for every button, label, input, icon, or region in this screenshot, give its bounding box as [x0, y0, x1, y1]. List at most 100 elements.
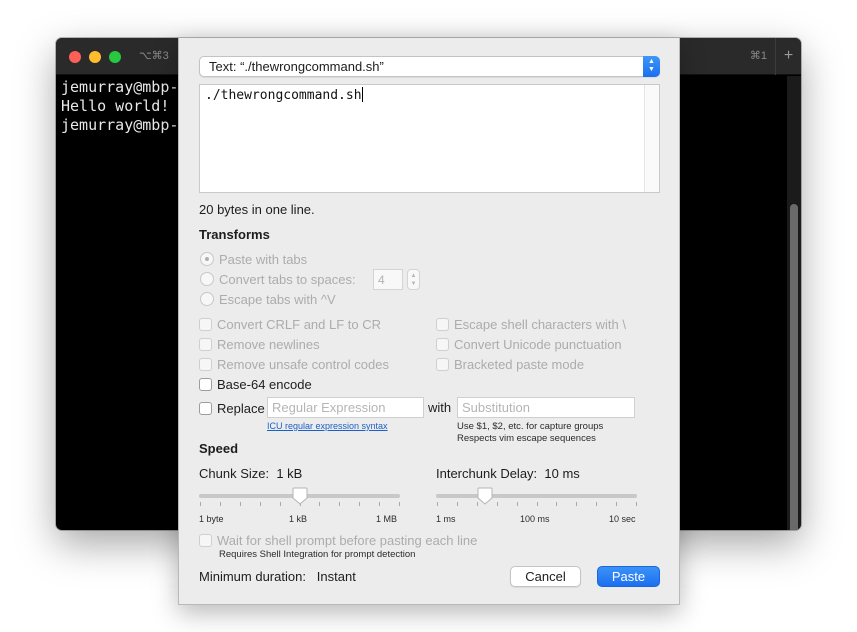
paste-button[interactable]: Paste [597, 566, 660, 587]
slider-tick [616, 502, 618, 506]
delay-tick-label: 1 ms [436, 514, 456, 524]
substitution-input[interactable]: Substitution [457, 397, 635, 418]
paste-special-dialog: Text: “./thewrongcommand.sh” ▲ ▼ ./thewro… [178, 38, 680, 605]
remove-newlines-label: Remove newlines [217, 336, 320, 352]
editor-scrollbar[interactable] [644, 85, 659, 192]
with-label: with [428, 400, 452, 415]
slider-tick [359, 502, 361, 506]
remove-newlines-option[interactable]: Remove newlines [199, 335, 320, 353]
transforms-heading: Transforms [199, 227, 270, 242]
bracketed-paste-label: Bracketed paste mode [454, 356, 585, 372]
slider-tick [437, 502, 438, 506]
escape-tabs-label: Escape tabs with ^V [219, 291, 336, 307]
tab-spaces-stepper[interactable]: ▲ ▼ [407, 269, 420, 290]
terminal-scrollbar[interactable] [787, 76, 801, 530]
paste-with-tabs-radio[interactable] [200, 252, 214, 266]
bracketed-paste-option[interactable]: Bracketed paste mode [436, 355, 584, 373]
regex-input[interactable]: Regular Expression [267, 397, 424, 418]
text-caret [361, 87, 363, 102]
slider-tick [219, 502, 221, 506]
terminal-line: Hello world! [61, 97, 170, 115]
escape-shell-label: Escape shell characters with \ [454, 316, 626, 332]
editor-content: ./thewrongcommand.sh [205, 87, 363, 103]
remove-unsafe-option[interactable]: Remove unsafe control codes [199, 355, 389, 373]
vim-escape-hint: Respects vim escape sequences [457, 433, 596, 444]
minimize-window-button[interactable] [89, 51, 101, 63]
slider-tick [379, 502, 381, 506]
convert-crlf-option[interactable]: Convert CRLF and LF to CR [199, 315, 381, 333]
tab-spaces-field[interactable]: 4 [373, 269, 403, 290]
chunk-size-label: Chunk Size: 1 kB [199, 466, 303, 481]
byte-count-info: 20 bytes in one line. [199, 202, 315, 217]
base64-option[interactable]: Base-64 encode [199, 375, 312, 393]
wait-prompt-option[interactable]: Wait for shell prompt before pasting eac… [199, 531, 477, 549]
bracketed-paste-checkbox[interactable] [436, 357, 449, 371]
convert-crlf-label: Convert CRLF and LF to CR [217, 316, 382, 332]
delay-slider-track[interactable] [436, 494, 637, 498]
convert-unicode-checkbox[interactable] [436, 337, 449, 351]
chunk-tick-label: 1 MB [376, 514, 398, 524]
chunk-slider-knob[interactable] [292, 487, 308, 505]
interchunk-delay-value: 10 ms [544, 466, 580, 481]
remove-unsafe-checkbox[interactable] [199, 357, 212, 371]
delay-tick-label: 100 ms [520, 514, 550, 524]
capture-groups-hint: Use $1, $2, etc. for capture groups [457, 421, 604, 432]
convert-unicode-label: Convert Unicode punctuation [454, 336, 622, 352]
close-window-button[interactable] [69, 51, 81, 63]
minimum-duration: Minimum duration: Instant [199, 569, 356, 584]
remove-newlines-checkbox[interactable] [199, 337, 212, 351]
chevron-updown-icon: ▲ ▼ [643, 56, 660, 77]
tab-shortcut-left: ⌥⌘3 [139, 50, 169, 62]
convert-crlf-checkbox[interactable] [199, 317, 212, 331]
terminal-scroll-thumb[interactable] [790, 204, 798, 530]
slider-tick [456, 502, 458, 506]
slider-tick [516, 502, 518, 506]
cancel-button[interactable]: Cancel [510, 566, 581, 587]
escape-shell-checkbox[interactable] [436, 317, 449, 331]
slider-tick [319, 502, 321, 506]
source-popup-label: Text: “./thewrongcommand.sh” [209, 59, 384, 74]
terminal-line: jemurray@mbp- [61, 116, 179, 134]
interchunk-delay-label: Interchunk Delay: 10 ms [436, 466, 580, 481]
shell-integration-hint: Requires Shell Integration for prompt de… [219, 549, 416, 560]
escape-tabs-radio[interactable] [200, 292, 214, 306]
slider-tick [200, 502, 201, 506]
terminal-line: jemurray@mbp- [61, 78, 179, 96]
slider-tick [536, 502, 538, 506]
slider-tick [576, 502, 578, 506]
slider-tick [636, 502, 637, 506]
icu-syntax-link[interactable]: ICU regular expression syntax [267, 421, 388, 431]
delay-slider-knob[interactable] [477, 487, 493, 505]
slider-tick [556, 502, 558, 506]
terminal-output[interactable]: jemurray@mbp- Hello world! jemurray@mbp- [61, 78, 178, 135]
new-tab-button[interactable]: + [775, 38, 801, 75]
remove-unsafe-label: Remove unsafe control codes [217, 356, 389, 372]
slider-tick [259, 502, 261, 506]
paste-text-editor[interactable]: ./thewrongcommand.sh [199, 84, 660, 193]
paste-with-tabs-option[interactable]: Paste with tabs [200, 250, 307, 268]
replace-label: Replace [217, 400, 265, 416]
replace-checkbox[interactable] [199, 401, 212, 415]
zoom-window-button[interactable] [109, 51, 121, 63]
escape-shell-option[interactable]: Escape shell characters with \ [436, 315, 626, 333]
chunk-size-value: 1 kB [276, 466, 303, 481]
convert-unicode-option[interactable]: Convert Unicode punctuation [436, 335, 622, 353]
convert-tabs-radio[interactable] [200, 272, 214, 286]
convert-tabs-label: Convert tabs to spaces: [219, 271, 356, 287]
source-popup[interactable]: Text: “./thewrongcommand.sh” ▲ ▼ [199, 56, 660, 77]
wait-prompt-label: Wait for shell prompt before pasting eac… [217, 532, 478, 548]
escape-tabs-option[interactable]: Escape tabs with ^V [200, 290, 336, 308]
minimum-duration-value: Instant [316, 569, 356, 584]
wait-prompt-checkbox[interactable] [199, 533, 212, 547]
slider-tick [496, 502, 498, 506]
tab-shortcut-right: ⌘1 [749, 50, 767, 62]
base64-checkbox[interactable] [199, 377, 212, 391]
speed-heading: Speed [199, 441, 239, 456]
slider-tick [239, 502, 241, 506]
minimum-duration-label: Minimum duration: [199, 569, 306, 584]
delay-tick-label: 10 sec [609, 514, 636, 524]
convert-tabs-option[interactable]: Convert tabs to spaces: [200, 270, 356, 288]
slider-tick [399, 502, 400, 506]
slider-tick [596, 502, 598, 506]
replace-option[interactable]: Replace [199, 399, 265, 417]
